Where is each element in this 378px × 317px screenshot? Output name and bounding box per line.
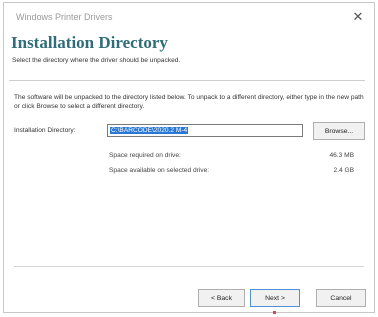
installation-directory-input[interactable]: C:\BARCODE\2020.2 M-4 xyxy=(107,124,303,137)
installation-directory-value: C:\BARCODE\2020.2 M-4 xyxy=(110,127,189,134)
space-available-value: 2.4 GB xyxy=(333,167,354,174)
installation-directory-label: Installation Directory: xyxy=(14,127,76,134)
space-required-label: Space required on drive: xyxy=(109,152,181,159)
close-icon[interactable]: ✕ xyxy=(346,6,370,28)
page-subtitle: Select the directory where the driver sh… xyxy=(12,57,181,64)
page-title: Installation Directory xyxy=(11,33,168,52)
next-button[interactable]: Next > xyxy=(250,289,300,307)
window-title: Windows Printer Drivers xyxy=(16,12,113,22)
header-divider xyxy=(9,80,365,81)
red-marker xyxy=(273,311,276,314)
cancel-button[interactable]: Cancel xyxy=(316,289,366,307)
footer-divider xyxy=(14,266,364,267)
page-header: Installation Directory Select the direct… xyxy=(9,31,365,77)
title-bar: Windows Printer Drivers ✕ xyxy=(4,3,374,33)
space-available-label: Space available on selected drive: xyxy=(109,167,210,174)
back-button[interactable]: < Back xyxy=(198,289,245,307)
browse-button[interactable]: Browse... xyxy=(313,122,365,140)
instructions-text: The software will be unpacked to the dir… xyxy=(14,94,364,110)
space-required-value: 46.3 MB xyxy=(329,152,354,159)
